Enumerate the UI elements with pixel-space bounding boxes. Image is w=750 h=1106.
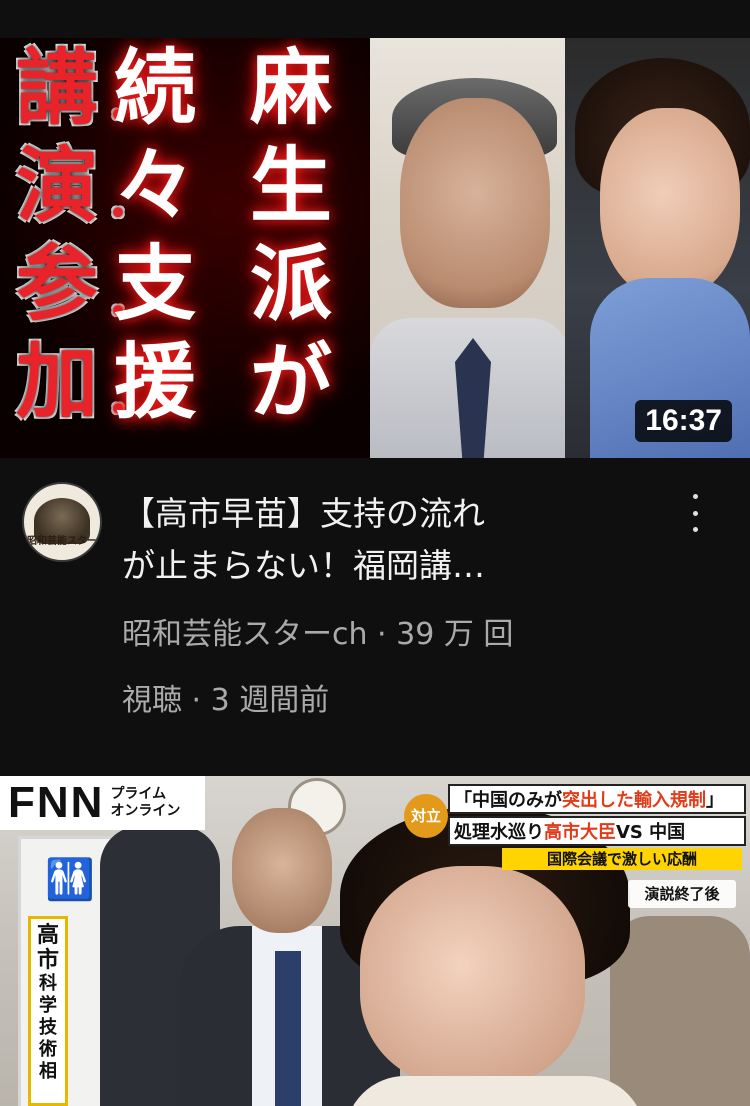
- banner-highlight: 高市大臣: [544, 822, 616, 843]
- woman-body: [345, 1076, 645, 1106]
- channel-avatar[interactable]: 昭和芸能スター: [22, 482, 102, 562]
- avatar-text: 昭和芸能スター: [27, 536, 97, 547]
- after-speech-caption: 演説終了後: [628, 880, 736, 908]
- video-title-line: 【高市早苗】支持の流れ: [122, 494, 485, 533]
- more-options-icon[interactable]: [680, 488, 710, 538]
- thumbnail-char: 々: [114, 139, 197, 234]
- thumbnail-text-column-mid: 続 々 支 援: [114, 48, 196, 440]
- fnn-logo-text: FNN: [8, 778, 105, 827]
- dot: [692, 494, 698, 499]
- thumbnail-char: が: [250, 335, 333, 430]
- video-title[interactable]: 【高市早苗】支持の流れ が止まらない！福岡講…: [122, 488, 622, 592]
- video-thumbnail-1[interactable]: 講 演 参 加 ・ ・ ・ ・ 続 々 支 援 麻 生 派 が 16:37: [0, 38, 750, 458]
- label-char: 学: [39, 995, 57, 1016]
- person-tie: [275, 951, 301, 1106]
- news-banner-3: 国際会議で激しい応酬: [502, 848, 742, 870]
- thumbnail-text-column-red: 講 演 参 加: [16, 48, 98, 440]
- video-title-line: が止まらない！福岡講…: [122, 546, 485, 585]
- thumbnail-char: 派: [250, 237, 333, 332]
- thumbnail-text-column-right: 麻 生 派 が: [250, 48, 332, 440]
- thumbnail-char: 加: [16, 335, 99, 430]
- label-char: 市: [36, 948, 59, 973]
- restroom-icon: 🚻: [45, 857, 95, 903]
- channel-views: 昭和芸能スターch · 39 万 回: [122, 617, 514, 652]
- label-char: 高: [36, 923, 59, 948]
- top-spacer: [0, 0, 750, 38]
- label-char: 術: [39, 1039, 57, 1060]
- thumbnail-char: 支: [114, 237, 197, 332]
- conflict-badge: 対立: [404, 794, 448, 838]
- upload-age: 視聴 · 3 週間前: [122, 683, 330, 718]
- video-thumbnail-2[interactable]: 🚻 FNN プライム オンライン 対立 「中国のみが突出した輸入規制」 処理水巡…: [0, 776, 750, 1106]
- thumbnail-char: 参: [16, 237, 99, 332]
- thumbnail-char: 演: [16, 139, 99, 234]
- label-char: 技: [39, 1017, 57, 1038]
- video-metadata: 昭和芸能スターch · 39 万 回 視聴 · 3 週間前: [122, 602, 662, 734]
- dot: [692, 510, 698, 516]
- banner-text: 「中国のみが: [454, 790, 562, 811]
- background-person: [610, 916, 750, 1106]
- thumbnail-char: 麻: [250, 41, 333, 136]
- photo-face: [400, 98, 550, 308]
- woman-face: [360, 866, 585, 1086]
- dot: [692, 527, 698, 532]
- label-char: 相: [39, 1061, 57, 1082]
- logo-sub-line: オンライン: [110, 803, 181, 819]
- minister-name-label: 高 市 科 学 技 術 相: [28, 916, 68, 1106]
- fnn-logo-sub: プライム オンライン: [110, 786, 180, 820]
- banner-highlight: 突出した輸入規制: [562, 790, 706, 811]
- banner-text: 処理水巡り: [454, 822, 544, 843]
- thumbnail-char: 生: [250, 139, 333, 234]
- logo-sub-line: プライム: [110, 786, 167, 802]
- news-banner-1: 「中国のみが突出した輸入規制」: [448, 784, 746, 814]
- thumbnail-char: 援: [114, 335, 197, 430]
- banner-text: VS 中国: [616, 822, 686, 843]
- video-duration-badge: 16:37: [635, 400, 732, 442]
- thumbnail-char: 続: [114, 41, 197, 136]
- thumbnail-char: 講: [16, 41, 99, 136]
- label-char: 科: [39, 973, 57, 994]
- photo-face: [600, 108, 740, 298]
- banner-text: 」: [706, 790, 724, 811]
- person-head: [232, 808, 332, 933]
- news-banner-2: 処理水巡り高市大臣VS 中国: [448, 816, 746, 846]
- fnn-logo: FNN プライム オンライン: [0, 776, 205, 830]
